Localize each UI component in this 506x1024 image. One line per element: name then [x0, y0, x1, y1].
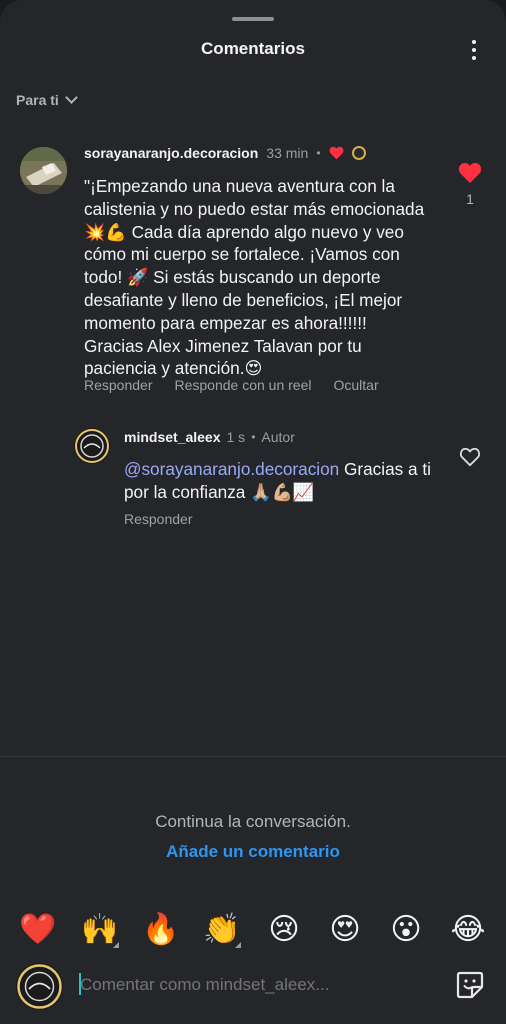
reaction-heart-button[interactable]: ❤️ [16, 907, 60, 951]
avatar [16, 963, 63, 1010]
sort-dropdown[interactable]: Para ti [16, 91, 78, 108]
more-vertical-icon[interactable] [466, 38, 482, 62]
comments-sheet: Comentarios Para ti sorayanaranjo.decora… [0, 0, 506, 1024]
reaction-clap-button[interactable]: 👏 [200, 907, 244, 951]
comment-actions: Responder [124, 511, 193, 527]
reply-button[interactable]: Responder [84, 377, 153, 393]
add-comment-link[interactable]: Añade un comentario [0, 842, 506, 862]
sort-label: Para ti [16, 92, 59, 108]
comment-input[interactable] [80, 972, 420, 998]
comment-header: sorayanaranjo.decoracion 33 min • [84, 145, 366, 161]
avatar[interactable] [74, 428, 110, 464]
creator-liked-heart-icon [329, 146, 343, 160]
reaction-surprised-button[interactable]: 😮 [384, 907, 428, 951]
mention-link[interactable]: @sorayanaranjo.decoracion [124, 459, 339, 479]
comment-composer [0, 958, 506, 1024]
comment-time: 33 min [266, 145, 309, 161]
drag-handle[interactable] [232, 17, 274, 21]
reaction-laughing-button[interactable]: 😂 [446, 907, 490, 951]
reaction-heart-eyes-button[interactable]: 😍 [323, 907, 367, 951]
quick-reactions-bar: ❤️ 🙌 🔥 👏 😢 😍 😮 😂 [0, 907, 506, 953]
comment-text: "¡Empezando una nueva aventura con la ca… [84, 176, 425, 379]
comment-actions: Responder Responde con un reel Ocultar [84, 377, 379, 393]
author-badge: Autor [261, 429, 295, 445]
hide-button[interactable]: Ocultar [334, 377, 379, 393]
reply-button[interactable]: Responder [124, 511, 193, 527]
page-title: Comentarios [201, 39, 305, 58]
meta-separator: • [251, 430, 256, 444]
avatar[interactable] [20, 147, 67, 194]
comment-time: 1 s [226, 429, 246, 445]
reaction-crying-button[interactable]: 😢 [262, 907, 306, 951]
divider [0, 756, 506, 757]
meta-separator: • [316, 146, 321, 160]
sticker-icon[interactable] [455, 970, 485, 1000]
comment-username[interactable]: mindset_aleex [124, 429, 221, 445]
heart-outline-icon[interactable] [459, 447, 481, 467]
reply-with-reel-button[interactable]: Responde con un reel [175, 377, 312, 393]
like-count: 1 [466, 191, 474, 207]
comment-text: @sorayanaranjo.decoracion Gracias a ti p… [124, 458, 436, 504]
continue-conversation-text: Continua la conversación. [155, 812, 351, 831]
comment-username[interactable]: sorayanaranjo.decoracion [84, 145, 258, 161]
chevron-down-icon [64, 91, 78, 104]
heart-filled-icon[interactable] [458, 162, 482, 184]
comment-header: mindset_aleex 1 s • Autor [124, 429, 295, 445]
creator-avatar-icon [351, 146, 366, 160]
header: Comentarios [0, 36, 506, 64]
reaction-raised-hands-button[interactable]: 🙌 [78, 907, 122, 951]
reaction-fire-button[interactable]: 🔥 [139, 907, 183, 951]
